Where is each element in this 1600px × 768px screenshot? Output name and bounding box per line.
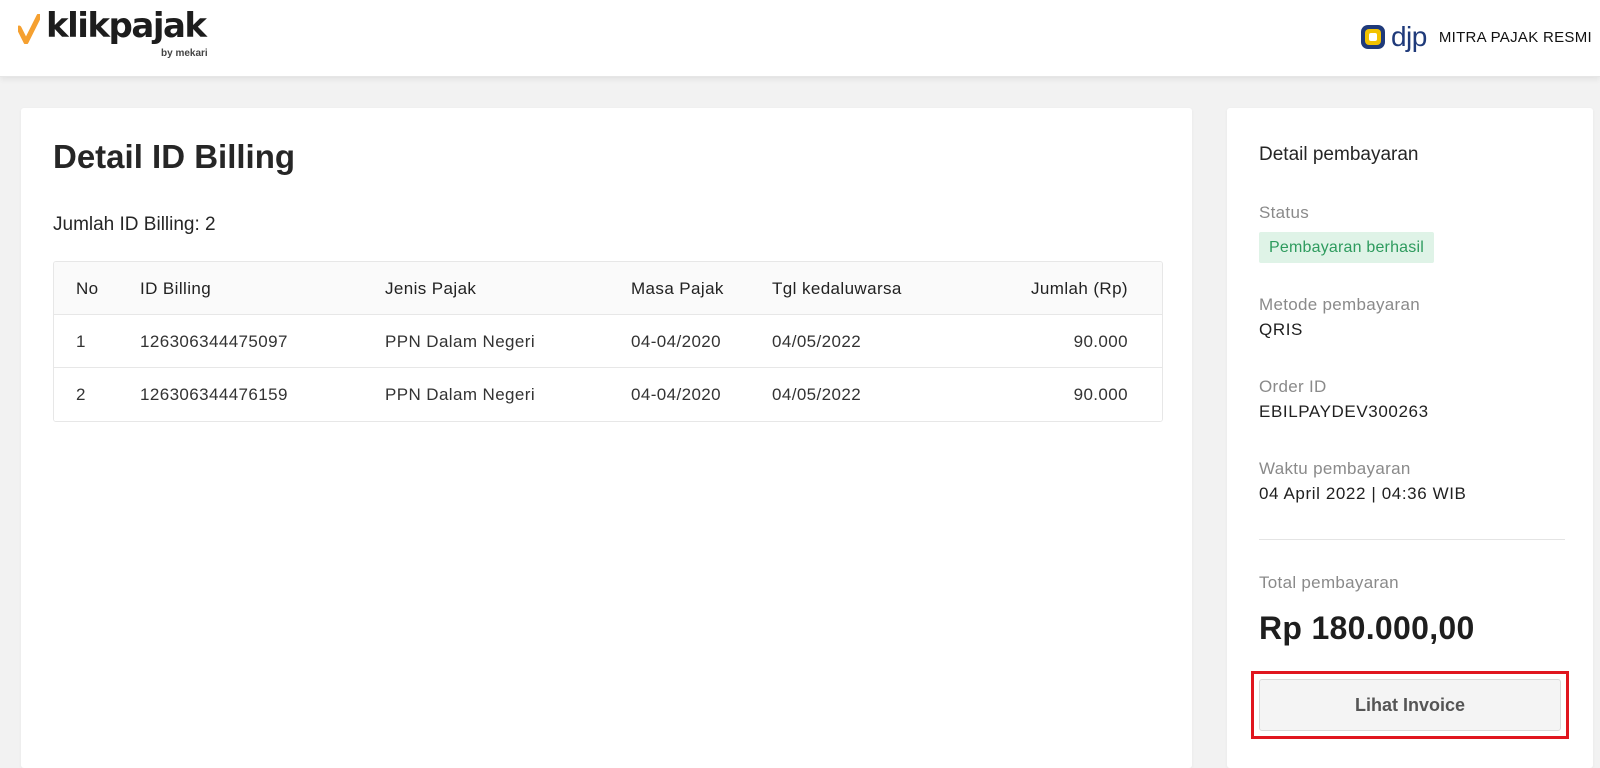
cell-no: 1 bbox=[76, 332, 86, 351]
total-payment-value: Rp 180.000,00 bbox=[1259, 610, 1475, 646]
partner-name: djp bbox=[1390, 21, 1427, 52]
check-logo-icon bbox=[18, 14, 40, 44]
cell-jumlah: 90.000 bbox=[1073, 385, 1128, 404]
partner-tagline: MITRA PAJAK RESMI bbox=[1438, 28, 1592, 46]
payment-method-value: QRIS bbox=[1259, 320, 1303, 339]
order-id-label: Order ID bbox=[1259, 377, 1327, 396]
billing-detail-card: Detail ID Billing Jumlah ID Billing: 2 N… bbox=[21, 108, 1192, 768]
payment-time-value: 04 April 2022 | 04:36 WIB bbox=[1259, 484, 1467, 503]
status-label: Status bbox=[1259, 203, 1309, 222]
cell-id-billing: 126306344475097 bbox=[140, 332, 288, 351]
brand-sub: by mekari bbox=[161, 48, 208, 59]
payment-detail-card: Detail pembayaran Status Pembayaran berh… bbox=[1227, 108, 1593, 768]
cell-masa-pajak: 04-04/2020 bbox=[631, 385, 722, 404]
divider bbox=[1259, 539, 1565, 540]
billing-count: Jumlah ID Billing: 2 bbox=[53, 214, 216, 235]
cell-no: 2 bbox=[76, 385, 86, 404]
column-header-tgl-kedaluwarsa: Tgl kedaluwarsa bbox=[772, 279, 902, 298]
column-header-masa-pajak: Masa Pajak bbox=[631, 279, 724, 298]
column-header-jumlah: Jumlah (Rp) bbox=[1031, 279, 1128, 298]
payment-detail-title: Detail pembayaran bbox=[1259, 144, 1419, 165]
table-header-row: No ID Billing Jenis Pajak Masa Pajak Tgl… bbox=[54, 262, 1162, 315]
column-header-no: No bbox=[76, 279, 99, 298]
brand-name: klikpajak bbox=[46, 6, 207, 46]
payment-method-label: Metode pembayaran bbox=[1259, 295, 1421, 314]
page-title: Detail ID Billing bbox=[53, 138, 296, 175]
cell-jenis-pajak: PPN Dalam Negeri bbox=[385, 332, 536, 351]
status-badge: Pembayaran berhasil bbox=[1259, 232, 1434, 263]
cell-tgl-kedaluwarsa: 04/05/2022 bbox=[772, 332, 862, 351]
cell-id-billing: 126306344476159 bbox=[140, 385, 288, 404]
cell-masa-pajak: 04-04/2020 bbox=[631, 332, 722, 351]
order-id-value: EBILPAYDEV300263 bbox=[1259, 402, 1429, 421]
view-invoice-button[interactable]: Lihat Invoice bbox=[1259, 679, 1561, 731]
column-header-id-billing: ID Billing bbox=[140, 279, 212, 298]
djp-partner-badge: djp MITRA PAJAK RESMI bbox=[1359, 20, 1592, 54]
djp-logo-icon bbox=[1360, 25, 1385, 49]
billing-table: No ID Billing Jenis Pajak Masa Pajak Tgl… bbox=[53, 261, 1163, 422]
table-row: 1 126306344475097 PPN Dalam Negeri 04-04… bbox=[54, 315, 1162, 368]
invoice-highlight-box: Lihat Invoice bbox=[1251, 671, 1569, 739]
cell-tgl-kedaluwarsa: 04/05/2022 bbox=[772, 385, 862, 404]
cell-jumlah: 90.000 bbox=[1073, 332, 1128, 351]
total-payment-label: Total pembayaran bbox=[1259, 573, 1399, 592]
top-header: klikpajak by mekari djp MITRA PAJAK RESM… bbox=[0, 0, 1600, 77]
table-row: 2 126306344476159 PPN Dalam Negeri 04-04… bbox=[54, 368, 1162, 421]
payment-time-label: Waktu pembayaran bbox=[1259, 459, 1411, 478]
cell-jenis-pajak: PPN Dalam Negeri bbox=[385, 385, 536, 404]
column-header-jenis-pajak: Jenis Pajak bbox=[385, 279, 477, 298]
